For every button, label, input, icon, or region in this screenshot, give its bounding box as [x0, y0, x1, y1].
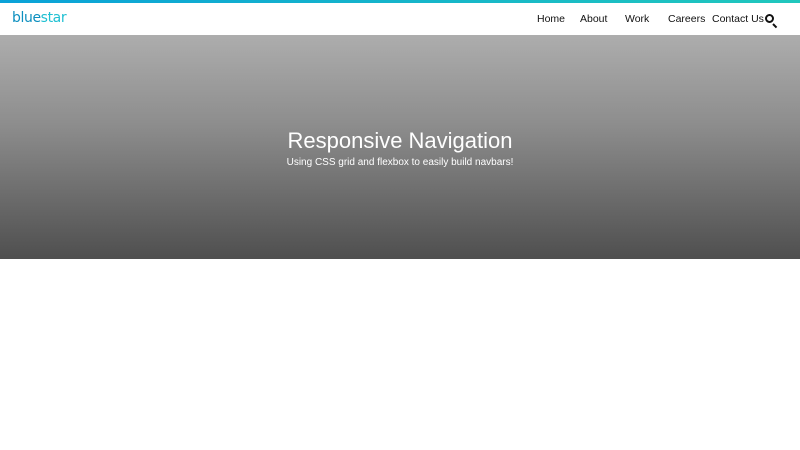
hero-subtitle: Using CSS grid and flexbox to easily bui… — [286, 157, 514, 168]
search-icon — [765, 14, 774, 23]
nav-home-link[interactable]: Home — [537, 11, 565, 27]
hero-banner: Responsive Navigation Using CSS grid and… — [0, 35, 800, 259]
main-navigation: Home About Work Careers Contact Us — [0, 3, 800, 35]
main-content-area — [0, 259, 800, 450]
nav-careers-link[interactable]: Careers — [668, 11, 705, 27]
nav-work-link[interactable]: Work — [625, 11, 649, 27]
nav-about-link[interactable]: About — [580, 11, 607, 27]
nav-contact-link[interactable]: Contact Us — [712, 11, 764, 27]
page-root: bluestar Home About Work Careers Contact… — [0, 0, 800, 450]
search-button[interactable] — [764, 13, 776, 25]
top-navbar: bluestar Home About Work Careers Contact… — [0, 3, 800, 35]
hero-title: Responsive Navigation — [287, 128, 513, 153]
